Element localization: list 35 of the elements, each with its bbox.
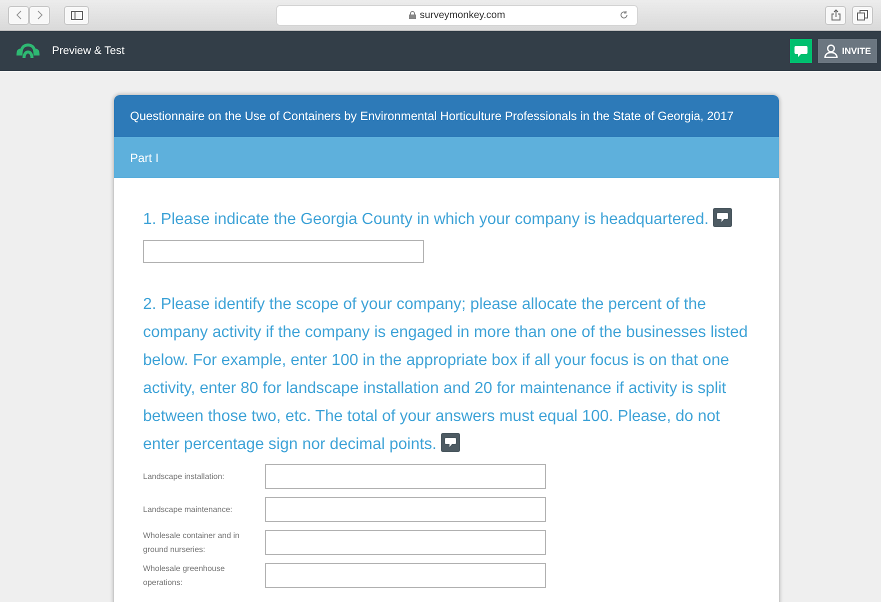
text-field[interactable] [265, 563, 546, 588]
forward-button[interactable] [29, 6, 50, 24]
text-field[interactable] [143, 240, 424, 263]
speech-bubble-icon [794, 44, 808, 58]
comment-icon[interactable] [440, 433, 460, 452]
tabs-button[interactable] [852, 6, 873, 24]
feedback-button[interactable] [790, 39, 812, 63]
comment-icon[interactable] [713, 208, 732, 227]
address-bar[interactable]: surveymonkey.com [276, 4, 638, 26]
logo-icon [16, 43, 40, 59]
back-button[interactable] [8, 6, 29, 24]
page-title: Part I [130, 150, 159, 164]
lock-icon [408, 11, 416, 19]
sidebar-icon [70, 10, 82, 20]
text-field[interactable] [265, 497, 546, 522]
field-label: Landscape maintenance: [143, 504, 234, 516]
app-title: Preview & Test [52, 45, 125, 57]
question-text: 2. Please identify the scope of your company; please allocate the percent of the company activity if the company is engaged in more than one of the businesses listed below. For example, enter 100 in the appropriate box if all your focus is on that one activity, enter 80 for landscape installation and 20 for maintenance if activity is split between those two, etc. The total of your answers must equal 100. Please, do not enter percentage sign nor decimal points. [143, 295, 749, 455]
text-field[interactable] [265, 464, 546, 489]
text-field[interactable] [265, 530, 546, 555]
field-label: Landscape installation: [143, 470, 226, 483]
back-icon [16, 10, 22, 20]
tabs-icon [857, 10, 868, 20]
share-icon [830, 9, 840, 21]
forward-icon [36, 10, 42, 20]
field-label: Wholesale container and in ground nurseries: [143, 530, 241, 556]
url-text: surveymonkey.com [420, 10, 506, 20]
sidebar-button[interactable] [64, 6, 89, 24]
survey-title: Questionnaire on the Use of Containers by Environmental Horticulture Professionals in the State of Georgia, 2017 [130, 109, 734, 123]
reload-icon[interactable] [619, 10, 629, 20]
share-button[interactable] [825, 6, 846, 24]
question-text: 1. Please indicate the Georgia County in which your company is headquartered. [143, 206, 755, 234]
field-label: Wholesale greenhouse operations: [143, 562, 226, 589]
invite-button[interactable]: INVITE [818, 39, 877, 63]
person-icon [824, 44, 838, 58]
